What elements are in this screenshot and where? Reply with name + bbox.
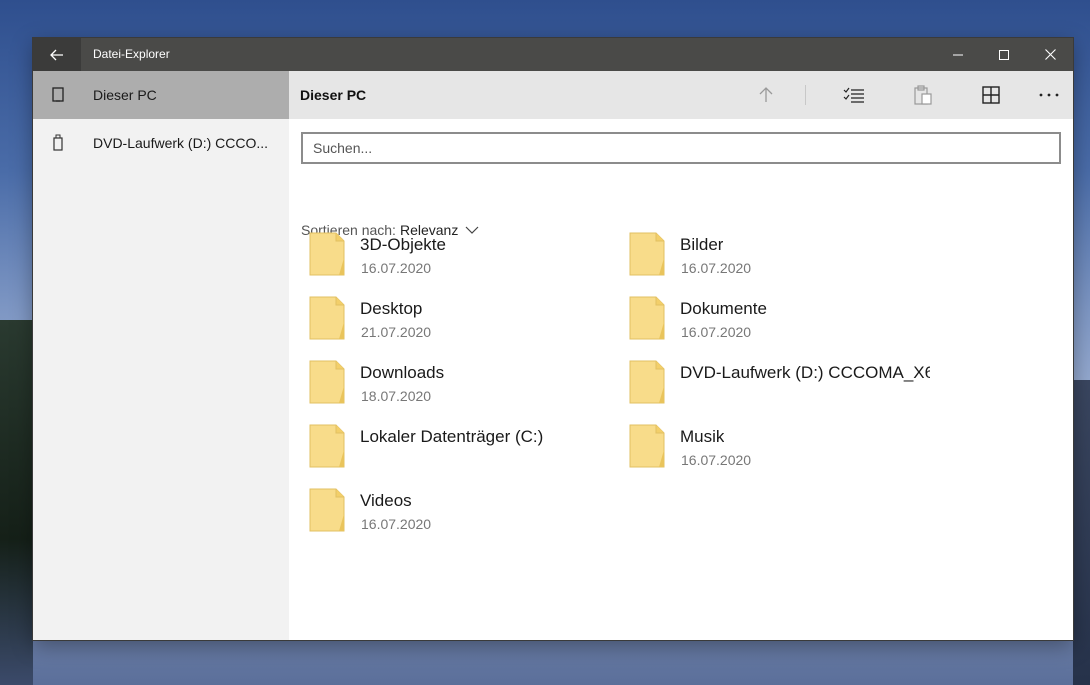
folder-name: Downloads xyxy=(360,363,445,382)
folder-name: Videos xyxy=(360,491,412,510)
folder-date: 16.07.2020 xyxy=(681,260,752,276)
title-bar: Datei-Explorer xyxy=(33,38,1073,71)
folder-item[interactable]: Bilder 16.07.2020 xyxy=(621,230,921,286)
sidebar-item-label: DVD-Laufwerk (D:) CCCO... xyxy=(93,135,269,151)
file-explorer-window: Datei-Explorer Dieser PC DVD-Laufwerk (D… xyxy=(33,38,1073,640)
more-icon xyxy=(1039,93,1059,97)
sidebar-item-dvd-drive[interactable]: DVD-Laufwerk (D:) CCCO... xyxy=(33,119,289,167)
folder-date: 16.07.2020 xyxy=(681,324,752,340)
up-button[interactable] xyxy=(744,71,788,119)
window-title: Datei-Explorer xyxy=(93,47,170,61)
toolbar: Dieser PC xyxy=(289,71,1073,119)
tablet-icon xyxy=(52,87,64,102)
close-button[interactable] xyxy=(1027,38,1073,71)
sidebar: Dieser PC DVD-Laufwerk (D:) CCCO... xyxy=(33,71,289,640)
folder-item[interactable]: Dokumente 16.07.2020 xyxy=(621,294,921,350)
folder-name: 3D-Objekte xyxy=(360,235,446,254)
toolbar-divider xyxy=(805,85,806,105)
up-arrow-icon xyxy=(759,87,773,102)
view-button[interactable] xyxy=(969,71,1013,119)
select-button[interactable] xyxy=(832,71,876,119)
desktop-background-right xyxy=(1073,380,1090,685)
minimize-icon xyxy=(953,54,963,55)
sidebar-item-label: Dieser PC xyxy=(93,87,157,103)
sidebar-item-dieser-pc[interactable]: Dieser PC xyxy=(33,71,289,119)
paste-button[interactable] xyxy=(901,71,945,119)
grid-view-icon xyxy=(982,86,1000,104)
folder-name: Lokaler Datenträger (C:) xyxy=(360,427,544,446)
folder-item[interactable]: Downloads 18.07.2020 xyxy=(301,358,601,414)
folder-name: Musik xyxy=(680,427,725,446)
folder-item[interactable]: Lokaler Datenträger (C:) xyxy=(301,422,601,478)
desktop-background xyxy=(0,320,33,685)
folder-name: Desktop xyxy=(360,299,423,318)
folder-item[interactable]: 3D-Objekte 16.07.2020 xyxy=(301,230,601,286)
minimize-button[interactable] xyxy=(935,38,981,71)
folder-item[interactable]: Musik 16.07.2020 xyxy=(621,422,921,478)
current-path: Dieser PC xyxy=(300,87,367,103)
back-button[interactable] xyxy=(33,38,81,71)
folder-date: 16.07.2020 xyxy=(681,452,752,468)
usb-drive-icon xyxy=(53,134,63,151)
folder-date: 21.07.2020 xyxy=(361,324,432,340)
folder-name: Dokumente xyxy=(680,299,767,318)
close-icon xyxy=(1044,49,1056,60)
folder-icon xyxy=(309,232,345,276)
select-list-icon xyxy=(843,87,864,103)
maximize-icon xyxy=(999,49,1009,60)
maximize-button[interactable] xyxy=(981,38,1027,71)
folder-item[interactable]: Desktop 21.07.2020 xyxy=(301,294,601,350)
folder-icon xyxy=(309,296,345,340)
folder-icon xyxy=(629,424,665,468)
paste-icon xyxy=(914,85,932,105)
folder-icon xyxy=(309,424,345,468)
folder-icon xyxy=(309,488,345,532)
more-button[interactable] xyxy=(1027,71,1071,119)
folder-icon xyxy=(629,232,665,276)
folder-date: 16.07.2020 xyxy=(361,260,432,276)
main-pane: Dieser PC Suchen... Sortieren nach: Rele… xyxy=(289,71,1073,640)
folder-item[interactable]: Videos 16.07.2020 xyxy=(301,486,601,542)
folder-icon xyxy=(309,360,345,404)
folder-item[interactable]: DVD-Laufwerk (D:) CCCOMA_X64 xyxy=(621,358,930,414)
back-arrow-icon xyxy=(50,49,63,60)
folder-icon xyxy=(629,360,665,404)
folder-name: DVD-Laufwerk (D:) CCCOMA_X64 xyxy=(680,363,930,382)
folder-icon xyxy=(629,296,665,340)
folder-date: 16.07.2020 xyxy=(361,516,432,532)
folder-name: Bilder xyxy=(680,235,724,254)
search-input[interactable] xyxy=(301,132,1061,164)
folder-date: 18.07.2020 xyxy=(361,388,432,404)
